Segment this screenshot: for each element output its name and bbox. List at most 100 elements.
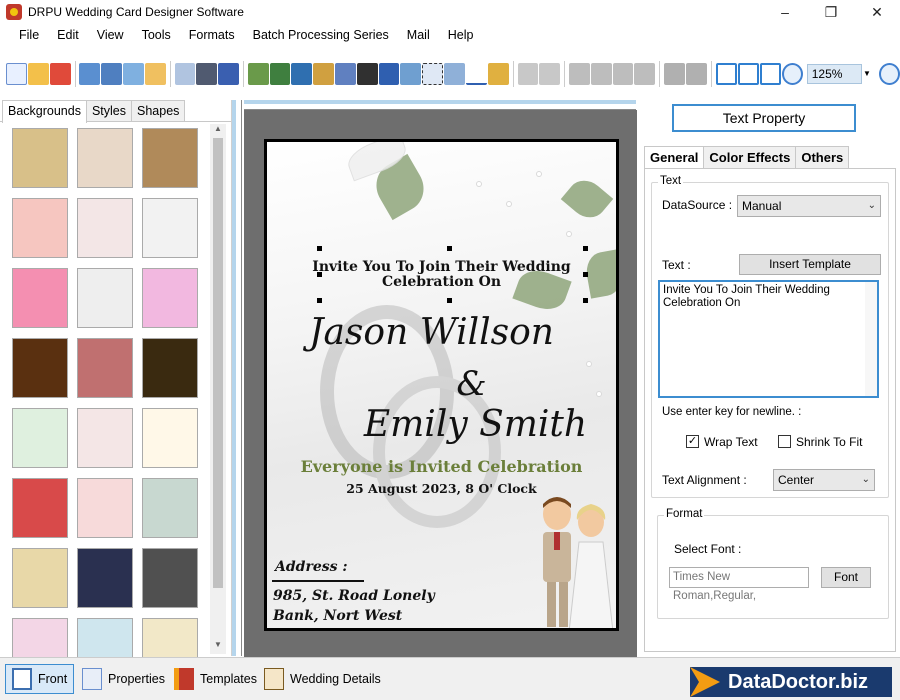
background-thumbnail[interactable] — [12, 128, 68, 188]
background-thumbnail[interactable] — [142, 408, 198, 468]
print-preview-icon[interactable] — [174, 63, 196, 85]
font-button[interactable]: Font — [821, 567, 871, 588]
insert-template-button[interactable]: Insert Template — [739, 254, 881, 275]
menu-formats[interactable]: Formats — [180, 28, 244, 42]
selection-handle[interactable] — [583, 272, 588, 277]
actual-size-icon[interactable] — [737, 63, 759, 85]
selection-handle[interactable] — [447, 298, 452, 303]
background-thumbnail[interactable] — [12, 268, 68, 328]
word-art-icon[interactable] — [335, 63, 356, 85]
zoom-out-icon[interactable] — [879, 63, 900, 85]
selection-handle[interactable] — [583, 246, 588, 251]
background-thumbnail[interactable] — [12, 198, 68, 258]
text-area-scrollbar[interactable] — [865, 282, 877, 396]
menu-mail[interactable]: Mail — [398, 28, 439, 42]
address-label[interactable]: Address : — [275, 559, 348, 575]
address-line-2[interactable]: Bank, Nort West — [273, 608, 402, 624]
save-as-icon[interactable] — [101, 63, 123, 85]
cut-icon[interactable] — [569, 63, 590, 85]
selection-handle[interactable] — [583, 298, 588, 303]
couple-illustration[interactable] — [535, 494, 615, 631]
background-thumbnail[interactable] — [77, 408, 133, 468]
save-icon[interactable] — [79, 63, 101, 85]
scroll-up-icon[interactable]: ▲ — [210, 124, 226, 138]
delete-icon[interactable] — [634, 63, 656, 85]
send-back-icon[interactable] — [685, 63, 707, 85]
menu-edit[interactable]: Edit — [48, 28, 88, 42]
tab-backgrounds[interactable]: Backgrounds — [2, 100, 87, 123]
wedding-details-button[interactable]: Wedding Details — [258, 664, 387, 694]
line-tool-icon[interactable] — [247, 63, 269, 85]
wrap-text-checkbox[interactable]: ✓ — [686, 435, 699, 448]
menu-file[interactable]: File — [10, 28, 48, 42]
tab-shapes[interactable]: Shapes — [131, 100, 186, 121]
zoom-select[interactable]: 125% ▼ — [806, 64, 871, 84]
maximize-button[interactable]: ❐ — [808, 0, 854, 24]
background-thumbnail[interactable] — [12, 548, 68, 608]
tab-color-effects[interactable]: Color Effects — [703, 146, 797, 169]
signature-icon[interactable] — [422, 63, 444, 85]
front-button[interactable]: Front — [5, 664, 75, 694]
text-tool-icon[interactable] — [378, 63, 400, 85]
selection-handle[interactable] — [317, 298, 322, 303]
redo-icon[interactable] — [539, 63, 561, 85]
export-icon[interactable] — [144, 63, 166, 85]
open-folder-icon[interactable] — [27, 63, 49, 85]
new-icon[interactable] — [6, 63, 27, 85]
background-thumbnail[interactable] — [12, 338, 68, 398]
grid-icon[interactable] — [715, 63, 737, 85]
background-thumbnail[interactable] — [142, 338, 198, 398]
background-thumbnail[interactable] — [142, 198, 198, 258]
menu-help[interactable]: Help — [439, 28, 483, 42]
background-thumbnail[interactable] — [142, 548, 198, 608]
font-field[interactable]: Times New Roman,Regular, — [669, 567, 809, 602]
templates-button[interactable]: Templates — [168, 664, 263, 694]
pencil-tool-icon[interactable] — [291, 63, 313, 85]
image-tool-icon[interactable] — [269, 63, 291, 85]
everyone-invited-text[interactable]: Everyone is Invited Celebration — [267, 457, 616, 476]
wedding-card[interactable]: Invite You To Join Their Wedding Celebra… — [264, 139, 619, 631]
tab-others[interactable]: Others — [795, 146, 850, 169]
tab-general[interactable]: General — [644, 146, 705, 169]
print-icon[interactable] — [196, 63, 218, 85]
draw-line-icon[interactable] — [465, 63, 487, 85]
properties-button[interactable]: Properties — [76, 664, 171, 694]
groom-name[interactable]: Jason Willson — [267, 312, 606, 353]
menu-batch-processing[interactable]: Batch Processing Series — [244, 28, 398, 42]
background-thumbnail[interactable] — [142, 478, 198, 538]
background-thumbnail[interactable] — [77, 128, 133, 188]
menu-view[interactable]: View — [88, 28, 133, 42]
address-line-1[interactable]: 985, St. Road Lonely — [273, 588, 435, 604]
text-input-area[interactable]: Invite You To Join Their Wedding Celebra… — [658, 280, 879, 398]
background-thumbnail[interactable] — [77, 478, 133, 538]
background-thumbnail[interactable] — [12, 478, 68, 538]
bring-front-icon[interactable] — [664, 63, 685, 85]
scrollbar-thumb[interactable] — [213, 138, 223, 588]
zoom-in-icon[interactable] — [781, 63, 803, 85]
rich-text-icon[interactable] — [400, 63, 422, 85]
background-thumbnail[interactable] — [77, 338, 133, 398]
paste-icon[interactable] — [612, 63, 634, 85]
background-thumbnail[interactable] — [142, 128, 198, 188]
datasource-select[interactable]: Manual ⌄ — [737, 195, 881, 217]
minimize-button[interactable]: – — [762, 0, 808, 24]
bride-name[interactable]: Emily Smith — [301, 404, 616, 445]
left-panel-scrollbar[interactable]: ▲ ▼ — [210, 124, 226, 654]
menu-tools[interactable]: Tools — [133, 28, 180, 42]
background-thumbnail[interactable] — [12, 408, 68, 468]
selection-handle[interactable] — [317, 272, 322, 277]
text-alignment-select[interactable]: Center ⌄ — [773, 469, 875, 491]
export-image-icon[interactable] — [123, 63, 144, 85]
batch-print-icon[interactable] — [218, 63, 239, 85]
database-icon[interactable] — [487, 63, 509, 85]
selection-handle[interactable] — [317, 246, 322, 251]
shrink-to-fit-checkbox[interactable] — [778, 435, 791, 448]
scroll-down-icon[interactable]: ▼ — [210, 640, 226, 654]
copy-icon[interactable] — [590, 63, 612, 85]
undo-icon[interactable] — [517, 63, 539, 85]
background-thumbnail[interactable] — [77, 198, 133, 258]
barcode-icon[interactable] — [356, 63, 378, 85]
fit-to-window-icon[interactable] — [759, 63, 781, 85]
background-thumbnail[interactable] — [77, 548, 133, 608]
background-thumbnail[interactable] — [142, 268, 198, 328]
